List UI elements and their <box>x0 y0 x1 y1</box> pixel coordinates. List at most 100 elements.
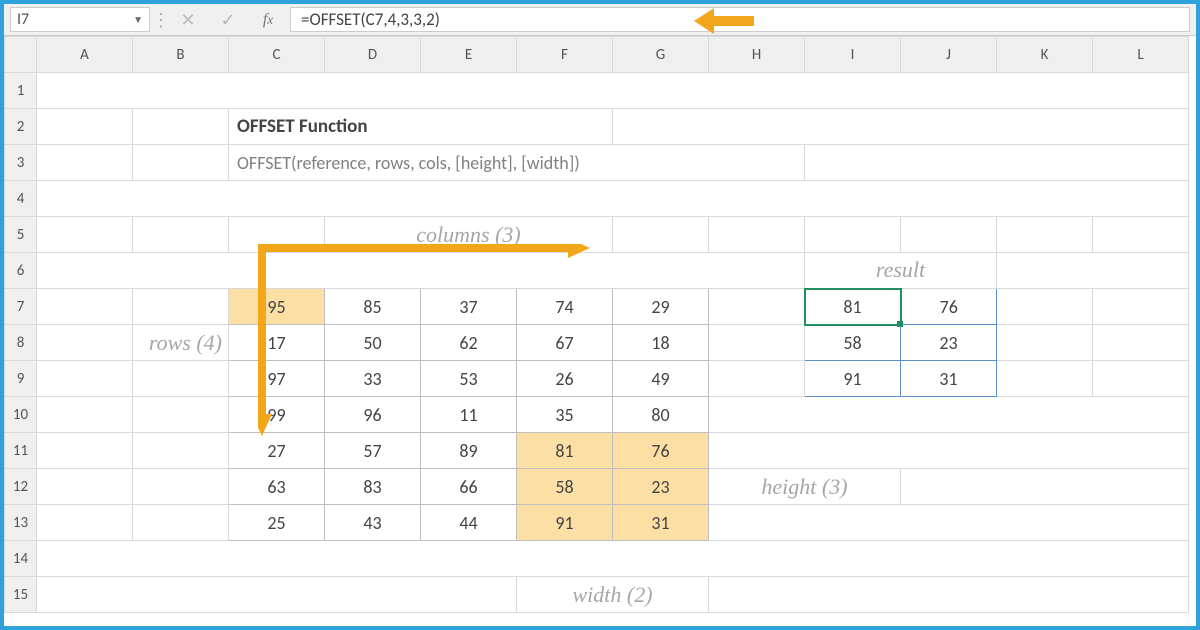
enter-icon[interactable]: ✓ <box>208 4 248 35</box>
row: 8 rows (4) 17 50 62 67 18 58 23 <box>5 325 1189 361</box>
row: 2 OFFSET Function <box>5 109 1189 145</box>
sheet-table[interactable]: A B C D E F G H I J K L 1 2 <box>4 36 1189 613</box>
select-all-corner[interactable] <box>5 37 37 73</box>
cell[interactable]: 63 <box>229 469 325 505</box>
app-frame: I7 ▼ ⋮ ✕ ✓ fx =OFFSET(C7,4,3,3,2) A B C … <box>0 0 1200 630</box>
cell[interactable]: 35 <box>517 397 613 433</box>
col-header[interactable]: C <box>229 37 325 73</box>
cell[interactable]: 57 <box>325 433 421 469</box>
cell[interactable]: 26 <box>517 361 613 397</box>
cell[interactable]: 81 <box>517 433 613 469</box>
cell[interactable]: 99 <box>229 397 325 433</box>
cancel-icon[interactable]: ✕ <box>168 4 208 35</box>
formula-bar: I7 ▼ ⋮ ✕ ✓ fx =OFFSET(C7,4,3,3,2) <box>4 4 1196 36</box>
chevron-down-icon[interactable]: ▼ <box>133 13 143 26</box>
col-header[interactable]: F <box>517 37 613 73</box>
col-header[interactable]: I <box>805 37 901 73</box>
cell[interactable]: 50 <box>325 325 421 361</box>
row-header[interactable]: 2 <box>5 109 37 145</box>
cell[interactable]: 23 <box>901 325 997 361</box>
title-text: OFFSET Function <box>229 109 613 145</box>
row-header[interactable]: 10 <box>5 397 37 433</box>
row-header[interactable]: 8 <box>5 325 37 361</box>
cell[interactable]: 62 <box>421 325 517 361</box>
row-header[interactable]: 6 <box>5 253 37 289</box>
col-header[interactable]: D <box>325 37 421 73</box>
row: 10 99 96 11 35 80 <box>5 397 1189 433</box>
cell[interactable]: 89 <box>421 433 517 469</box>
row: 3 OFFSET(reference, rows, cols, [height]… <box>5 145 1189 181</box>
name-box[interactable]: I7 ▼ <box>10 7 150 32</box>
row: 15 width (2) <box>5 577 1189 613</box>
cell[interactable]: 44 <box>421 505 517 541</box>
cell[interactable]: 43 <box>325 505 421 541</box>
col-header[interactable]: J <box>901 37 997 73</box>
cell[interactable]: 25 <box>229 505 325 541</box>
cell[interactable]: 91 <box>805 361 901 397</box>
row: 1 <box>5 73 1189 109</box>
cell[interactable]: 31 <box>901 361 997 397</box>
syntax-text: OFFSET(reference, rows, cols, [height], … <box>229 145 805 181</box>
cell[interactable]: 17 <box>229 325 325 361</box>
cell[interactable]: 85 <box>325 289 421 325</box>
height-label: height (3) <box>709 469 901 505</box>
cell[interactable]: 83 <box>325 469 421 505</box>
col-header[interactable]: E <box>421 37 517 73</box>
cell[interactable]: 27 <box>229 433 325 469</box>
fill-handle-icon[interactable] <box>897 321 903 327</box>
row: 13 25 43 44 91 31 <box>5 505 1189 541</box>
callout-arrow-icon <box>694 8 754 32</box>
cell[interactable]: 67 <box>517 325 613 361</box>
spreadsheet-grid[interactable]: A B C D E F G H I J K L 1 2 <box>4 36 1196 626</box>
cell[interactable]: 58 <box>517 469 613 505</box>
cell[interactable]: 95 <box>229 289 325 325</box>
cell[interactable]: 76 <box>901 289 997 325</box>
row-header[interactable]: 13 <box>5 505 37 541</box>
formula-text: =OFFSET(C7,4,3,3,2) <box>301 9 440 30</box>
row: 5 columns (3) <box>5 217 1189 253</box>
col-header[interactable]: G <box>613 37 709 73</box>
cell[interactable]: 11 <box>421 397 517 433</box>
columns-label: columns (3) <box>325 217 613 253</box>
col-header[interactable]: B <box>133 37 229 73</box>
row-header[interactable]: 15 <box>5 577 37 613</box>
row-header[interactable]: 12 <box>5 469 37 505</box>
row-header[interactable]: 14 <box>5 541 37 577</box>
result-label: result <box>805 253 997 289</box>
cell[interactable]: 66 <box>421 469 517 505</box>
row-header[interactable]: 3 <box>5 145 37 181</box>
fx-icon[interactable]: fx <box>248 4 288 35</box>
cell[interactable]: 58 <box>805 325 901 361</box>
row: 14 <box>5 541 1189 577</box>
row-header[interactable]: 1 <box>5 73 37 109</box>
row-header[interactable]: 9 <box>5 361 37 397</box>
cell[interactable]: 29 <box>613 289 709 325</box>
row: 9 97 33 53 26 49 91 31 <box>5 361 1189 397</box>
cell[interactable]: 18 <box>613 325 709 361</box>
cell[interactable]: 91 <box>517 505 613 541</box>
cell[interactable]: 97 <box>229 361 325 397</box>
row-header[interactable]: 7 <box>5 289 37 325</box>
name-box-value: I7 <box>17 10 29 29</box>
row-header[interactable]: 11 <box>5 433 37 469</box>
row: 6 result <box>5 253 1189 289</box>
row-header[interactable]: 5 <box>5 217 37 253</box>
col-header[interactable]: L <box>1093 37 1189 73</box>
cell[interactable]: 33 <box>325 361 421 397</box>
cell[interactable]: 49 <box>613 361 709 397</box>
cell[interactable]: 53 <box>421 361 517 397</box>
column-header-row: A B C D E F G H I J K L <box>5 37 1189 73</box>
rows-label: rows (4) <box>133 325 229 361</box>
cell[interactable]: 31 <box>613 505 709 541</box>
cell[interactable]: 37 <box>421 289 517 325</box>
cell[interactable]: 76 <box>613 433 709 469</box>
col-header[interactable]: A <box>37 37 133 73</box>
col-header[interactable]: K <box>997 37 1093 73</box>
cell[interactable]: 96 <box>325 397 421 433</box>
row-header[interactable]: 4 <box>5 181 37 217</box>
cell[interactable]: 23 <box>613 469 709 505</box>
cell[interactable]: 74 <box>517 289 613 325</box>
cell[interactable]: 80 <box>613 397 709 433</box>
active-cell[interactable]: 81 <box>805 289 901 325</box>
col-header[interactable]: H <box>709 37 805 73</box>
